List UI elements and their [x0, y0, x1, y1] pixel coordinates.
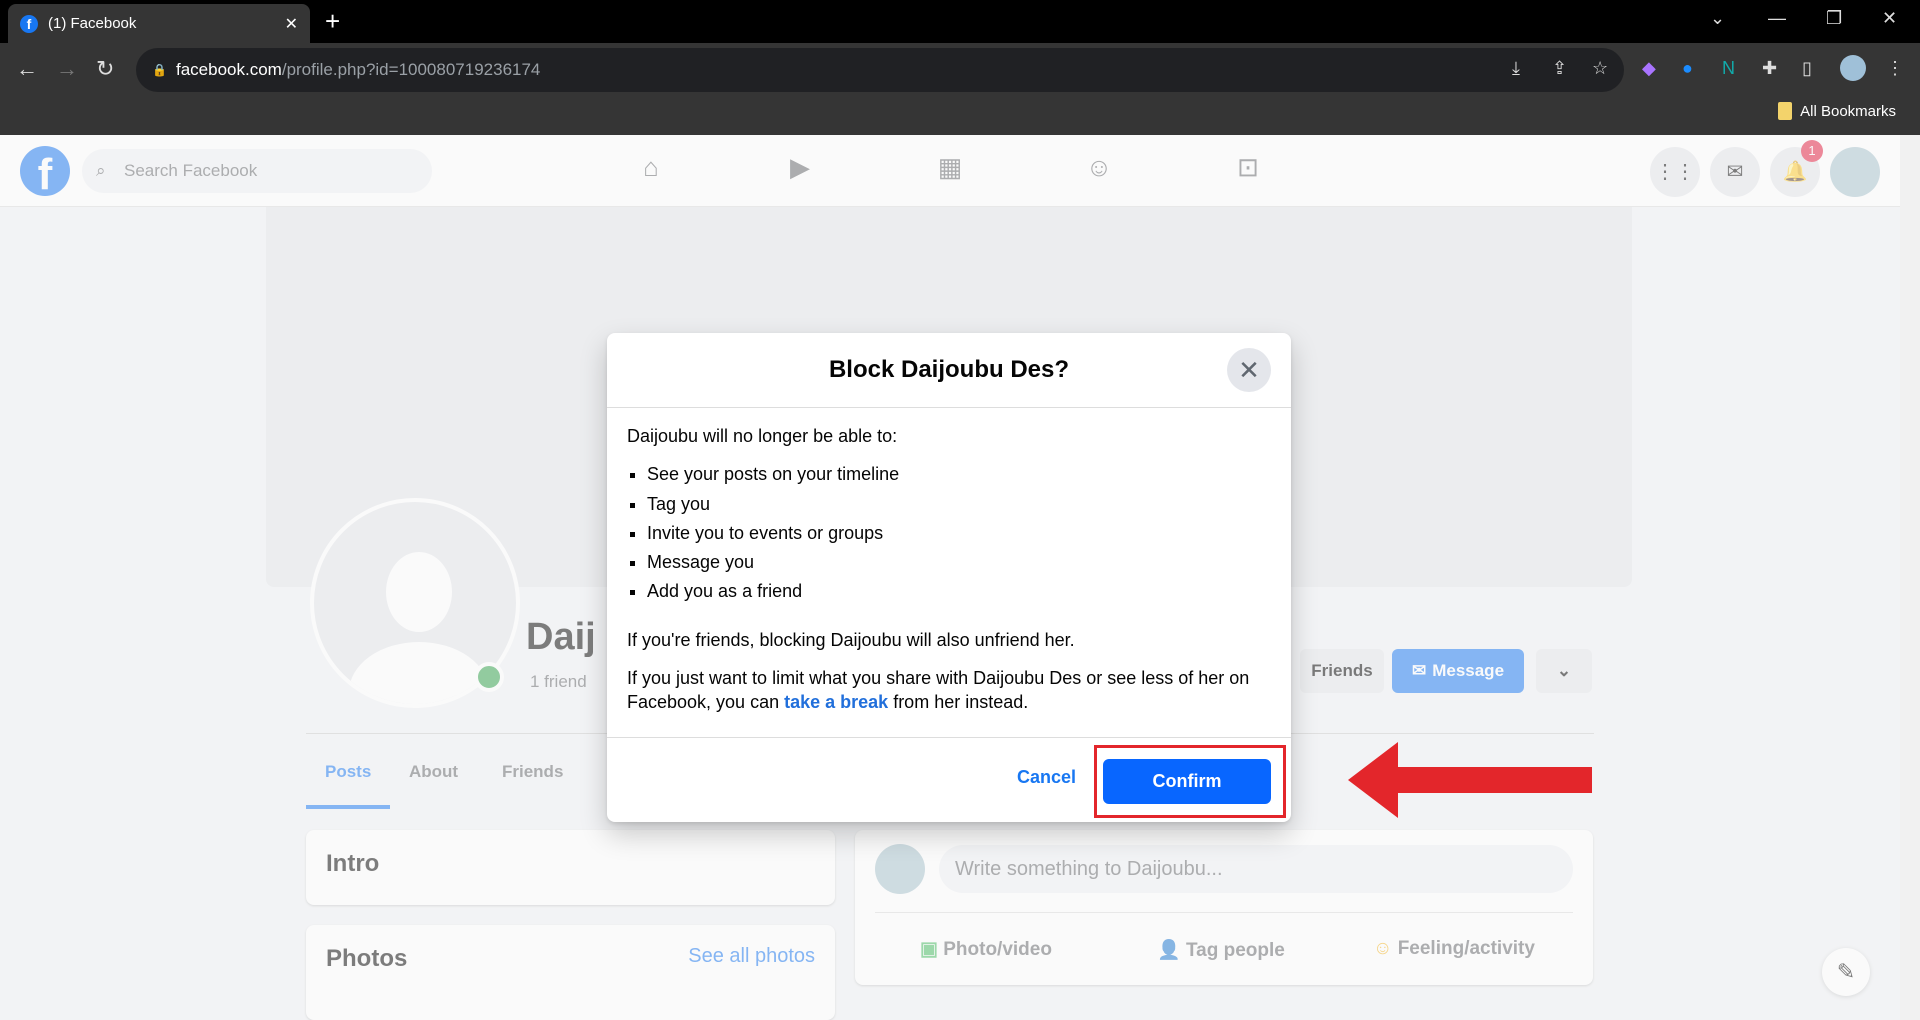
cancel-button[interactable]: Cancel — [1017, 767, 1076, 788]
user-avatar — [875, 844, 925, 894]
tag-people-button[interactable]: 👤 Tag people — [1157, 938, 1285, 962]
watch-icon[interactable]: ▶ — [780, 152, 820, 192]
intro-heading: Intro — [326, 850, 380, 877]
composer-card: Write something to Daijoubu... ▣ Photo/v… — [855, 830, 1593, 985]
account-avatar[interactable] — [1830, 147, 1880, 197]
close-dialog-button[interactable]: ✕ — [1227, 348, 1271, 392]
messenger-icon: ✉ — [1411, 661, 1427, 680]
friends-button[interactable]: Friends — [1300, 649, 1384, 693]
menu-grid-icon[interactable]: ⋮⋮ — [1650, 147, 1700, 197]
notification-badge: 1 — [1801, 140, 1823, 162]
annotation-highlight-box — [1094, 745, 1286, 818]
photo-icon: ▣ — [920, 939, 944, 960]
tab-about[interactable]: About — [409, 762, 458, 782]
more-options-button[interactable]: ⌄ — [1536, 649, 1592, 693]
feeling-activity-label: Feeling/activity — [1397, 938, 1535, 959]
tab-friends[interactable]: Friends — [502, 762, 563, 782]
active-tab-indicator — [306, 805, 390, 809]
see-all-photos-link[interactable]: See all photos — [688, 945, 815, 1000]
composer-input[interactable]: Write something to Daijoubu... — [939, 845, 1573, 893]
divider — [875, 912, 1573, 913]
tag-people-icon: 👤 — [1157, 940, 1186, 961]
dialog-intro: Daijoubu will no longer be able to: — [627, 426, 898, 446]
profile-name: Daij — [526, 616, 596, 658]
friend-count[interactable]: 1 friend — [530, 672, 587, 692]
take-break-note: If you just want to limit what you share… — [627, 666, 1271, 715]
list-item: See your posts on your timeline — [647, 462, 1271, 486]
take-break-text-end: from her instead. — [888, 692, 1029, 713]
intro-card: Intro — [306, 830, 835, 905]
photo-video-button[interactable]: ▣ Photo/video — [920, 938, 1052, 961]
photo-video-label: Photo/video — [943, 939, 1052, 960]
new-message-button[interactable]: ✎ — [1822, 948, 1870, 996]
marketplace-icon[interactable]: ▦ — [930, 152, 970, 192]
take-a-break-link[interactable]: take a break — [784, 692, 888, 712]
tab-posts[interactable]: Posts — [325, 762, 371, 782]
home-icon[interactable]: ⌂ — [631, 152, 671, 192]
friends-button-label: Friends — [1311, 661, 1373, 680]
restriction-list: See your posts on your timeline Tag you … — [627, 462, 1271, 603]
search-icon: ⌕ — [96, 161, 106, 180]
chevron-down-icon: ⌄ — [1556, 661, 1572, 680]
dialog-title: Block Daijoubu Des? — [828, 356, 1070, 383]
groups-icon[interactable]: ☺ — [1079, 152, 1119, 192]
gaming-icon[interactable]: ⊡ — [1228, 152, 1268, 192]
search-input[interactable]: ⌕ Search Facebook — [82, 149, 432, 193]
close-icon: ✕ — [1238, 355, 1260, 385]
photos-heading: Photos — [326, 945, 408, 972]
unfriend-note: If you're friends, blocking Daijoubu wil… — [627, 629, 1075, 650]
online-status-dot — [474, 662, 504, 692]
list-item: Tag you — [647, 492, 1271, 516]
photos-card: Photos See all photos — [306, 925, 835, 1020]
message-button[interactable]: ✉ Message — [1392, 649, 1524, 693]
annotation-arrow-icon — [1348, 742, 1592, 818]
messenger-icon[interactable]: ✉ — [1710, 147, 1760, 197]
feeling-activity-button[interactable]: ☺ Feeling/activity — [1373, 938, 1535, 960]
list-item: Message you — [647, 550, 1271, 574]
search-placeholder: Search Facebook — [124, 161, 258, 180]
feeling-icon: ☺ — [1373, 938, 1398, 959]
facebook-logo[interactable]: f — [20, 146, 70, 196]
list-item: Add you as a friend — [647, 579, 1271, 603]
message-button-label: Message — [1432, 661, 1505, 680]
list-item: Invite you to events or groups — [647, 521, 1271, 545]
tag-people-label: Tag people — [1185, 940, 1285, 961]
scrollbar[interactable] — [1900, 135, 1920, 1020]
